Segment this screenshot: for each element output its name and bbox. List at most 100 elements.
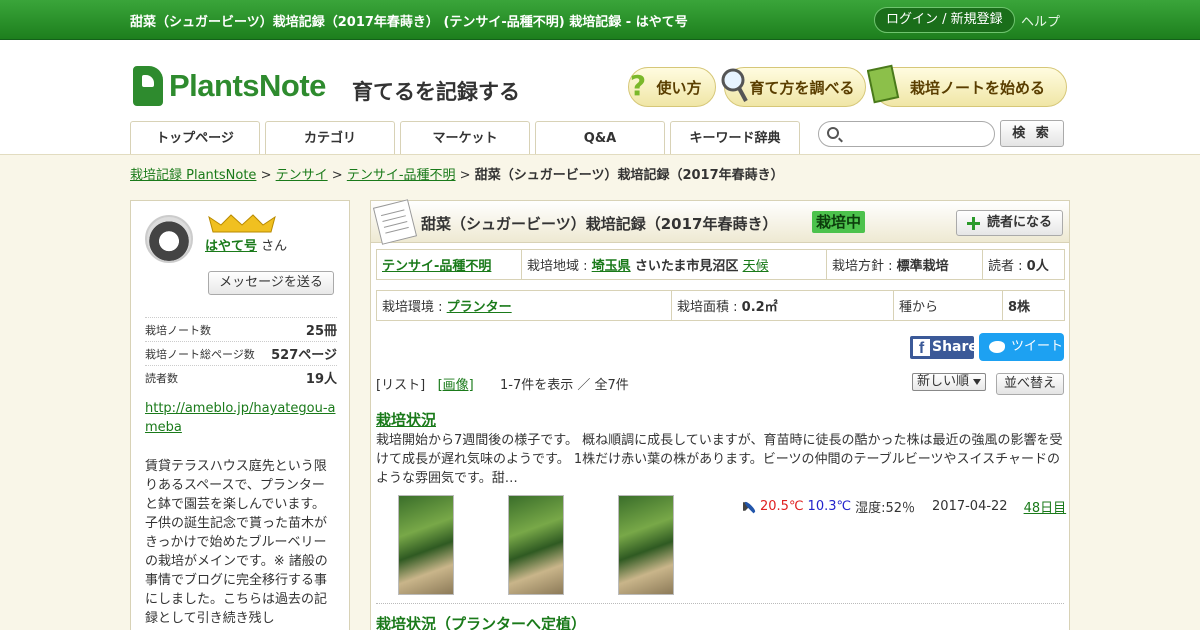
stat-row: 読者数 19人 [145, 365, 337, 389]
plant-count-cell: 8株 [1002, 290, 1065, 321]
region-cell: 栽培地域 : 埼玉県 さいたま市見沼区 天候 [521, 249, 827, 280]
readers-label: 読者 : [988, 259, 1023, 274]
tab-top-page[interactable]: トップページ [130, 121, 260, 154]
tab-category[interactable]: カテゴリ [265, 121, 395, 154]
tweet-label: ツイート [1011, 339, 1064, 354]
region-label: 栽培地域 : [527, 259, 588, 274]
logo-text: PlantsNote [169, 68, 326, 103]
stat-label: 読者数 [145, 371, 178, 385]
send-message-button[interactable]: メッセージを送る [208, 271, 334, 295]
how-to-use-button[interactable]: ? 使い方 [628, 67, 716, 107]
readers-cell: 読者 : 0人 [982, 249, 1065, 280]
weather-link[interactable]: 天候 [743, 259, 769, 274]
sort-select[interactable]: 新しい順 [912, 373, 986, 391]
area-value: 0.2㎡ [741, 300, 778, 315]
login-register-link[interactable]: ログイン / 新規登録 [874, 7, 1015, 33]
stat-label: 栽培ノート数 [145, 323, 211, 337]
how-to-use-label: 使い方 [656, 78, 702, 97]
stat-row: 栽培ノート総ページ数 527ページ [145, 341, 337, 365]
prefecture-link[interactable]: 埼玉県 [592, 259, 631, 274]
note-header: 甜菜（シュガービーツ）栽培記録（2017年春蒔き） 栽培中 読者になる [371, 199, 1069, 245]
env-cell: 栽培環境 : プランター [376, 290, 672, 321]
result-count: 1-7件を表示 ／ 全7件 [500, 378, 629, 393]
find-guide-label: 育て方を調べる [749, 78, 855, 97]
variety-link[interactable]: テンサイ-品種不明 [382, 259, 491, 274]
readers-value: 0人 [1026, 259, 1049, 274]
stat-row: 栽培ノート数 25冊 [145, 317, 337, 341]
note-info-row-1: テンサイ-品種不明 栽培地域 : 埼玉県 さいたま市見沼区 天候 栽培方針 : … [376, 249, 1065, 280]
stat-label: 栽培ノート総ページ数 [145, 347, 255, 361]
view-toggle: [リスト] [画像] [376, 374, 474, 393]
entry-weather: 20.5℃ 10.3℃ 湿度:52％ 2017-04-22 48日目 [743, 497, 1066, 516]
stat-value: 25冊 [305, 324, 337, 339]
temp-low: 10.3℃ [807, 499, 852, 514]
sort-option: 新しい順 [917, 374, 970, 389]
area-cell: 栽培面積 : 0.2㎡ [671, 290, 894, 321]
avatar[interactable] [145, 215, 193, 263]
blog-link[interactable]: http://ameblo.jp/hayategou-ameba [145, 401, 335, 435]
follow-button[interactable]: 読者になる [956, 210, 1063, 236]
humidity: 湿度:52％ [855, 501, 916, 516]
breadcrumb-variety[interactable]: テンサイ-品種不明 [347, 168, 456, 183]
twitter-bird-icon [989, 341, 1005, 353]
tab-qa[interactable]: Q&A [535, 121, 665, 154]
search-button[interactable]: 検 索 [1000, 120, 1064, 147]
start-note-label: 栽培ノートを始める [909, 78, 1045, 97]
view-list[interactable]: [リスト] [376, 378, 425, 393]
find-guide-button[interactable]: 育て方を調べる [721, 67, 866, 107]
blog-link-wrap: http://ameblo.jp/hayategou-ameba [145, 399, 337, 437]
entry-photo[interactable] [508, 495, 564, 595]
dropdown-arrow-icon [973, 379, 981, 385]
question-icon: ? [629, 68, 647, 102]
share-label: Share [932, 339, 978, 355]
notebook-icon [372, 199, 418, 245]
variety-cell: テンサイ-品種不明 [376, 249, 522, 280]
help-link[interactable]: ヘルプ [1021, 11, 1060, 30]
stat-value: 527ページ [271, 348, 337, 363]
window-title: 甜菜（シュガービーツ）栽培記録（2017年春蒔き） (テンサイ-品種不明) 栽培… [130, 15, 688, 30]
top-bar: 甜菜（シュガービーツ）栽培記録（2017年春蒔き） (テンサイ-品種不明) 栽培… [0, 0, 1200, 40]
breadcrumb-current: 甜菜（シュガービーツ）栽培記録（2017年春蒔き） [474, 168, 784, 183]
temp-high: 20.5℃ [760, 499, 804, 514]
search-input[interactable] [845, 125, 985, 143]
entry-photo[interactable] [398, 495, 454, 595]
entry-title[interactable]: 栽培状況 [376, 409, 436, 430]
start-cell: 種から [893, 290, 1003, 321]
crown-icon [208, 214, 276, 233]
entry-divider [376, 603, 1064, 604]
start-note-button[interactable]: 栽培ノートを始める [867, 64, 1067, 107]
env-label: 栽培環境 : [382, 300, 443, 315]
breadcrumb-home[interactable]: 栽培記録 PlantsNote [130, 168, 256, 183]
site-logo[interactable]: PlantsNote [133, 66, 326, 106]
search-icon [827, 127, 839, 139]
plus-icon [967, 217, 980, 230]
username-line: はやて号 さん [205, 235, 287, 254]
tab-market[interactable]: マーケット [400, 121, 530, 154]
entry-title[interactable]: 栽培状況（プランターへ定植） [376, 613, 586, 630]
site-header: PlantsNote 育てるを記録する ? 使い方 育て方を調べる 栽培ノートを… [0, 40, 1200, 155]
entry-date: 2017-04-22 [932, 499, 1008, 514]
entry-body: 栽培開始から7週間後の様子です。 概ね順調に成長していますが、育苗時に徒長の酷か… [376, 433, 1063, 486]
policy-label: 栽培方針 : [832, 259, 893, 274]
tweet-button[interactable]: ツイート [979, 333, 1064, 361]
city: さいたま市見沼区 [634, 259, 739, 274]
note-main: 甜菜（シュガービーツ）栽培記録（2017年春蒔き） 栽培中 読者になる テンサイ… [370, 199, 1070, 630]
leaf-logo-icon [133, 66, 163, 106]
tab-keyword-dictionary[interactable]: キーワード辞典 [670, 121, 800, 154]
entry-photo[interactable] [618, 495, 674, 595]
stat-value: 19人 [305, 372, 337, 387]
honorific: さん [261, 239, 288, 254]
notebook-icon [867, 62, 901, 108]
breadcrumb-category[interactable]: テンサイ [276, 168, 328, 183]
breadcrumb-sep: > [331, 168, 343, 183]
entry-day-link[interactable]: 48日目 [1024, 497, 1067, 516]
facebook-share-button[interactable]: f Share [910, 336, 978, 359]
user-sidebar: はやて号 さん メッセージを送る 栽培ノート数 25冊 栽培ノート総ページ数 5… [130, 200, 350, 630]
note-title: 甜菜（シュガービーツ）栽培記録（2017年春蒔き） [421, 215, 778, 233]
view-image-link[interactable]: [画像] [438, 378, 474, 393]
sort-button[interactable]: 並べ替え [996, 373, 1064, 395]
user-bio: 賃貸テラスハウス庭先という限りあるスペースで、プランターと鉢で園芸を楽しんでいま… [145, 459, 328, 626]
username-link[interactable]: はやて号 [205, 239, 257, 254]
area-label: 栽培面積 : [677, 300, 738, 315]
env-link[interactable]: プランター [447, 300, 512, 315]
